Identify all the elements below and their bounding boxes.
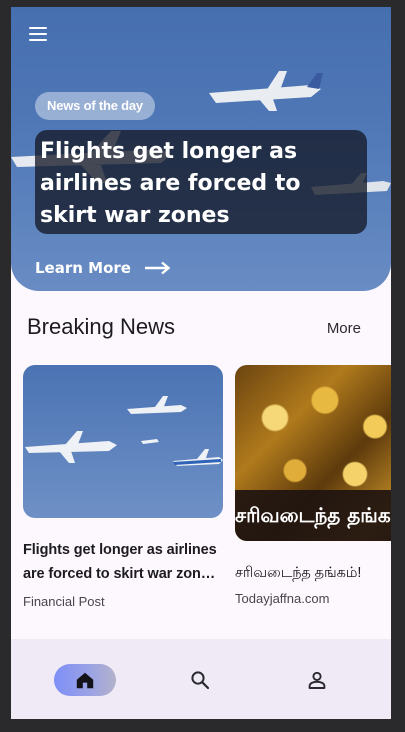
learn-more-label: Learn More: [35, 259, 131, 277]
more-link[interactable]: More: [327, 320, 361, 337]
nav-profile[interactable]: [301, 664, 333, 696]
hero-title-box: Flights get longer as airlines are force…: [35, 130, 367, 234]
section-title: Breaking News: [27, 314, 175, 339]
hero-title: Flights get longer as airlines are force…: [40, 139, 301, 228]
person-icon: [308, 671, 326, 689]
app-screen: News of the day Flights get longer as ai…: [11, 7, 391, 719]
news-card-source: Financial Post: [23, 594, 105, 609]
news-card-image: சரிவடைந்த தங்கம்: [235, 365, 391, 541]
news-card-source: Todayjaffna.com: [235, 591, 330, 606]
hero-banner[interactable]: News of the day Flights get longer as ai…: [11, 7, 391, 291]
news-of-the-day-chip: News of the day: [35, 92, 155, 120]
menu-icon[interactable]: [27, 25, 49, 43]
learn-more-button[interactable]: Learn More: [35, 257, 171, 279]
nav-home[interactable]: [54, 664, 116, 696]
arrow-right-icon: [144, 261, 171, 275]
news-card-headline[interactable]: சரிவடைந்த தங்கம்!: [235, 561, 391, 585]
news-card[interactable]: Flights get longer as airlines are force…: [23, 365, 223, 609]
nav-search[interactable]: [184, 664, 216, 696]
search-icon: [191, 671, 210, 690]
news-card-headline[interactable]: Flights get longer as airlines are force…: [23, 538, 223, 586]
news-card[interactable]: சரிவடைந்த தங்கம் சரிவடைந்த தங்கம்! Today…: [235, 365, 391, 606]
bottom-navigation: [11, 639, 391, 719]
news-card-image-caption: சரிவடைந்த தங்கம்: [235, 490, 391, 541]
home-icon: [76, 672, 94, 688]
news-carousel[interactable]: Flights get longer as airlines are force…: [23, 365, 391, 615]
news-card-image: [23, 365, 223, 518]
